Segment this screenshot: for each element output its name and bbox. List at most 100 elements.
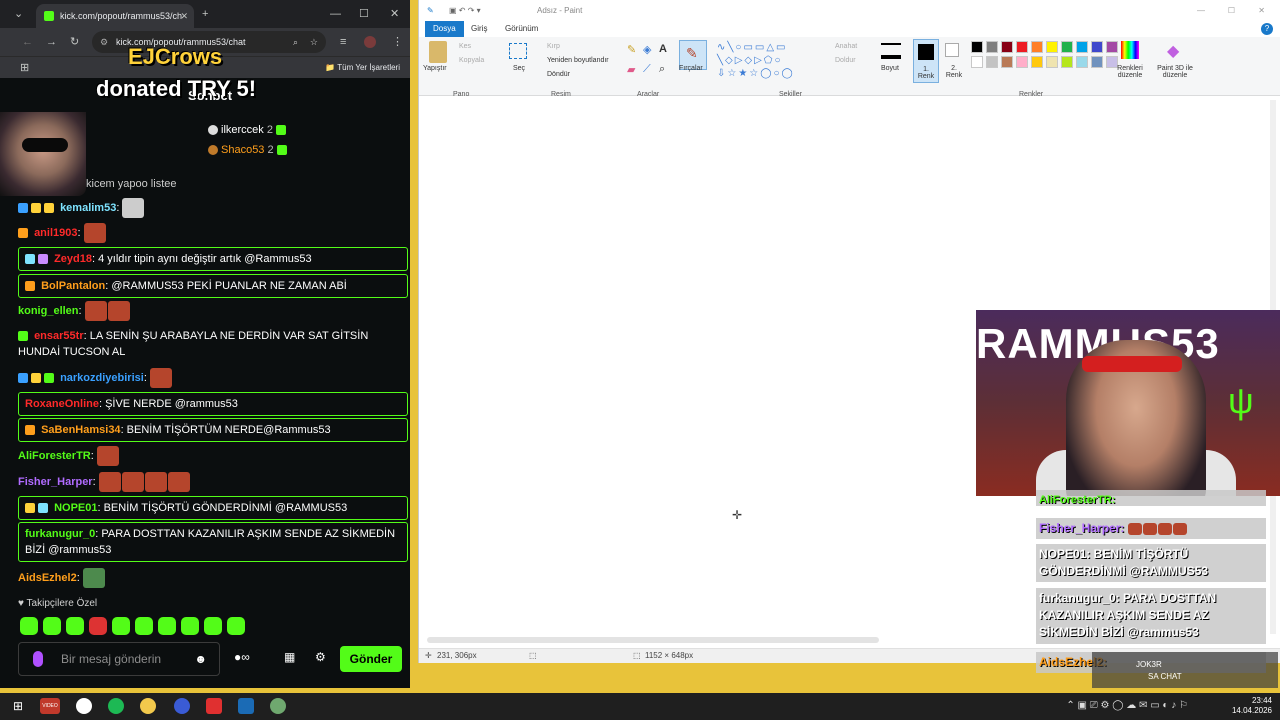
emote-icon[interactable] <box>181 617 199 635</box>
clock[interactable]: 23:44 14.04.2026 <box>1232 696 1272 716</box>
select-icon[interactable] <box>509 43 527 59</box>
chat-username[interactable]: ensar55tr <box>34 330 84 342</box>
emote-icon[interactable] <box>227 617 245 635</box>
chat-username[interactable]: AliForesterTR <box>18 450 91 462</box>
help-icon[interactable]: ? <box>1261 23 1273 35</box>
size-button[interactable]: Boyut <box>881 65 899 72</box>
color-swatch[interactable] <box>1016 56 1028 68</box>
chat-username[interactable]: BolPantalon <box>41 280 105 292</box>
color-picker-icon[interactable]: ⟋ <box>643 63 651 76</box>
paint3d-button[interactable]: Paint 3D ile düzenle <box>1153 65 1197 79</box>
start-icon[interactable]: ⊞ <box>10 698 26 714</box>
crop-button[interactable]: Kırp <box>547 43 560 50</box>
color1-button[interactable]: 1. Renk <box>913 39 939 83</box>
color-swatch[interactable] <box>1061 41 1073 53</box>
profile-avatar[interactable] <box>364 36 376 48</box>
paint3d-icon[interactable]: ◆ <box>1167 41 1179 61</box>
chat-username[interactable]: anil1903 <box>34 227 77 239</box>
maximize-icon[interactable]: ☐ <box>359 0 369 28</box>
color-swatch[interactable] <box>1091 41 1103 53</box>
maximize-icon[interactable]: ☐ <box>1228 0 1235 21</box>
color-swatch[interactable] <box>1076 56 1088 68</box>
emote-icon[interactable] <box>43 617 61 635</box>
back-icon[interactable]: ← <box>22 28 33 56</box>
color-swatch[interactable] <box>1001 41 1013 53</box>
color-swatch[interactable] <box>971 56 983 68</box>
quick-access-icons[interactable]: ▣ ↶ ↷ ▾ <box>449 0 481 21</box>
app-icon[interactable] <box>76 698 92 714</box>
chat-username[interactable]: NOPE01 <box>54 502 97 514</box>
eraser-icon[interactable]: ▰ <box>627 63 635 76</box>
paint-taskbar-icon[interactable] <box>270 698 286 714</box>
emote-icon[interactable] <box>204 617 222 635</box>
edit-colors-icon[interactable] <box>1121 41 1139 59</box>
chrome-icon[interactable] <box>140 698 156 714</box>
extensions-icon[interactable]: ≡ <box>340 28 346 56</box>
emote-icon[interactable] <box>135 617 153 635</box>
all-bookmarks-link[interactable]: 📁 Tüm Yer İşaretleri <box>325 57 400 79</box>
youtube-icon[interactable] <box>206 698 222 714</box>
close-window-icon[interactable]: ✕ <box>390 0 399 28</box>
emote-icon[interactable] <box>158 617 176 635</box>
steam-icon[interactable] <box>238 698 254 714</box>
horizontal-scrollbar[interactable] <box>427 637 879 643</box>
magnifier-icon[interactable]: ⌕ <box>659 63 665 76</box>
emoji-icon[interactable]: ☻ <box>194 643 207 675</box>
fill-button[interactable]: Doldur <box>835 57 856 64</box>
color-swatch[interactable] <box>1046 41 1058 53</box>
chat-username[interactable]: konig_ellen <box>18 305 79 317</box>
spotify-icon[interactable] <box>108 698 124 714</box>
size-icon[interactable] <box>881 43 901 59</box>
settings-icon[interactable]: ⚙ <box>315 650 326 664</box>
menu-icon[interactable]: ⋮ <box>392 28 403 56</box>
color-swatch[interactable] <box>1091 56 1103 68</box>
color-swatch[interactable] <box>1061 56 1073 68</box>
color-swatch[interactable] <box>1106 41 1118 53</box>
reload-icon[interactable]: ↻ <box>70 28 79 56</box>
tab-file[interactable]: Dosya <box>425 21 464 37</box>
minimize-icon[interactable]: — <box>330 0 341 28</box>
color-swatch[interactable] <box>986 41 998 53</box>
minimize-icon[interactable]: — <box>1197 0 1205 21</box>
chat-username[interactable]: kemalim53 <box>60 202 116 214</box>
tab-view[interactable]: Görünüm <box>497 21 546 37</box>
app-icon[interactable] <box>174 698 190 714</box>
forward-icon[interactable]: → <box>46 28 57 56</box>
chat-username[interactable]: SaBenHamsi34 <box>41 424 121 436</box>
edit-colors-button[interactable]: Renkleri düzenle <box>1113 65 1147 79</box>
chat-username[interactable]: AidsEzhel2 <box>18 572 77 584</box>
fill-icon[interactable]: ◈ <box>643 43 651 56</box>
rotate-button[interactable]: Döndür <box>547 71 570 78</box>
site-info-icon[interactable]: ⚙ <box>100 31 108 53</box>
text-icon[interactable]: A <box>659 43 667 55</box>
color-swatch[interactable] <box>986 56 998 68</box>
chat-username[interactable]: narkozdiyebirisi <box>60 372 144 384</box>
shapes-gallery[interactable]: ∿╲○▭▭△▭ ╲◇▷◇▷⬠○ ⇩☆★☆◯○◯ <box>717 41 817 81</box>
close-tab-icon[interactable]: ✕ <box>180 4 188 28</box>
store-icon[interactable]: ▦ <box>284 650 295 664</box>
chat-username[interactable]: Fisher_Harper <box>18 476 93 488</box>
color-swatch[interactable] <box>1001 56 1013 68</box>
chat-username[interactable]: furkanugur_0 <box>25 528 95 540</box>
copy-button[interactable]: Kopyala <box>459 57 484 64</box>
outline-button[interactable]: Anahat <box>835 43 857 50</box>
select-button[interactable]: Seç <box>513 65 525 72</box>
mic-icon[interactable] <box>33 651 43 667</box>
color-swatch[interactable] <box>971 41 983 53</box>
channel-points-icon[interactable]: ●∞ <box>234 650 250 664</box>
browser-tab[interactable]: kick.com/popout/rammus53/ch ✕ <box>36 4 194 28</box>
emote-icon[interactable] <box>20 617 38 635</box>
color-swatch[interactable] <box>1016 41 1028 53</box>
clipboard-icon[interactable] <box>429 41 447 63</box>
pencil-icon[interactable]: ✎ <box>627 43 636 56</box>
video-badge-icon[interactable]: VIDEO <box>40 698 60 714</box>
chat-username[interactable]: Zeyd18 <box>54 253 92 265</box>
apps-icon[interactable]: ⊞ <box>20 57 29 79</box>
emote-icon[interactable] <box>89 617 107 635</box>
paste-button[interactable]: Yapıştır <box>423 65 447 72</box>
chat-username[interactable]: RoxaneOnline <box>25 398 99 410</box>
emote-icon[interactable] <box>112 617 130 635</box>
color2-swatch[interactable] <box>945 43 959 57</box>
cut-button[interactable]: Kes <box>459 43 471 50</box>
emote-icon[interactable] <box>66 617 84 635</box>
